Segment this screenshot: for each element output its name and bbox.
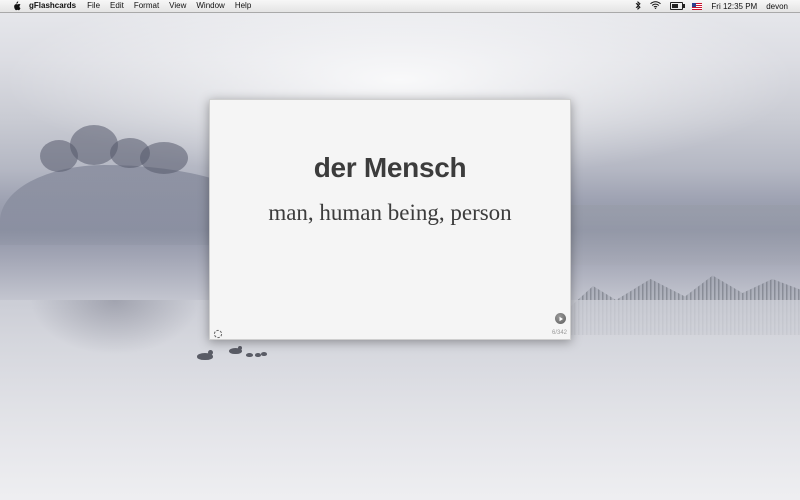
- menu-window[interactable]: Window: [196, 0, 224, 12]
- status-area: Fri 12:35 PM devon: [626, 0, 788, 12]
- battery-level-fill: [672, 4, 678, 8]
- flashcard[interactable]: der Mensch man, human being, person 6/34…: [209, 99, 571, 340]
- duckling: [261, 352, 267, 356]
- menu-edit[interactable]: Edit: [110, 0, 124, 12]
- card-definition: man, human being, person: [268, 200, 512, 225]
- card-counter: 6/342: [551, 330, 567, 336]
- menu-app-name[interactable]: gFlashcards: [29, 0, 76, 12]
- us-flag-icon[interactable]: [692, 2, 703, 10]
- tree-reflection: [30, 300, 200, 355]
- shuffle-icon[interactable]: [213, 326, 223, 339]
- menubar-clock[interactable]: Fri 12:35 PM: [711, 2, 757, 11]
- duckling: [246, 353, 253, 357]
- battery-icon[interactable]: [670, 2, 686, 10]
- duck-head: [208, 350, 213, 355]
- menu-help[interactable]: Help: [235, 0, 251, 12]
- tree: [140, 142, 188, 174]
- wifi-icon[interactable]: [650, 1, 662, 11]
- hill-right: [560, 205, 800, 265]
- apple-icon[interactable]: [11, 1, 21, 11]
- duck-head: [238, 346, 242, 350]
- menu-file[interactable]: File: [87, 0, 100, 12]
- menubar-user[interactable]: devon: [766, 2, 788, 11]
- menu-format[interactable]: Format: [134, 0, 159, 12]
- play-icon[interactable]: [555, 313, 566, 324]
- card-term: der Mensch: [313, 152, 467, 183]
- bluetooth-icon[interactable]: [635, 0, 642, 12]
- menu-view[interactable]: View: [169, 0, 186, 12]
- menu-bar: gFlashcards File Edit Format View Window…: [0, 0, 800, 13]
